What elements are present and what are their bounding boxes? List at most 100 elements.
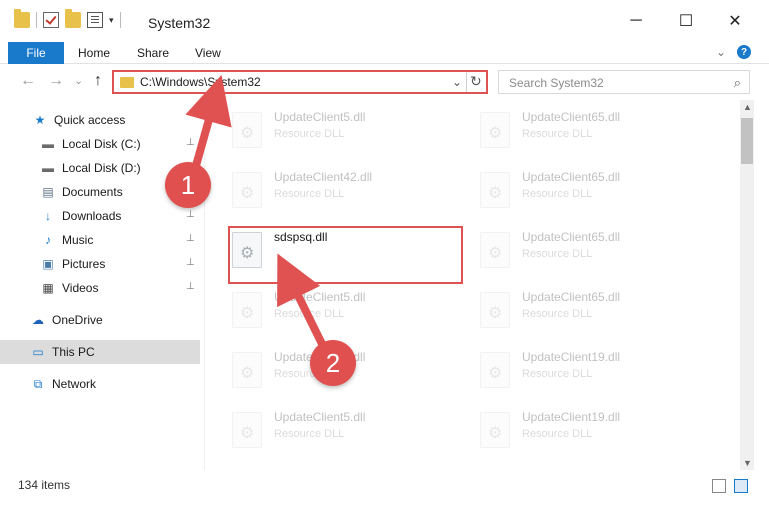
step-badge-1: 1	[165, 162, 211, 208]
download-icon: ↓	[45, 209, 51, 223]
details-view-icon[interactable]	[712, 479, 726, 493]
pin-icon[interactable]: ⊥	[186, 137, 195, 148]
tab-share[interactable]: Share	[137, 46, 169, 60]
dll-file-icon	[480, 172, 510, 208]
dll-file-icon	[232, 412, 262, 448]
address-path[interactable]: C:\Windows\System32	[140, 75, 261, 89]
file-item[interactable]: UpdateClient65.dll Resource DLL	[468, 220, 698, 274]
properties-check-icon[interactable]	[43, 12, 59, 28]
file-list: UpdateClient5.dllResource DLLUpdateClien…	[210, 100, 740, 470]
refresh-icon[interactable]: ↻	[470, 73, 482, 90]
music-icon: ♪	[45, 233, 51, 247]
vertical-scrollbar[interactable]: ▲ ▼	[740, 100, 754, 470]
file-item[interactable]: UpdateClient19.dll Resource DLL	[468, 340, 698, 394]
pin-icon[interactable]: ⊥	[186, 281, 195, 292]
file-type: Resource DLL	[522, 188, 593, 200]
pane-divider	[204, 100, 205, 470]
close-button[interactable]: ✕	[712, 0, 758, 42]
sidebar-item[interactable]: ▬ Local Disk (C:) ⊥	[0, 132, 200, 156]
expand-ribbon-chevron-icon[interactable]: ⌄	[716, 45, 726, 59]
sidebar-item[interactable]: ★ Quick access	[0, 108, 200, 132]
new-folder-icon[interactable]	[65, 9, 81, 28]
folder-icon	[14, 9, 30, 28]
file-item[interactable]: UpdateClient19.dll Resource DLL	[468, 400, 698, 454]
file-name: UpdateClient5.dll	[274, 110, 366, 124]
toolbar-divider	[36, 12, 37, 28]
dll-file-icon	[232, 352, 262, 388]
ribbon-tabs: File Home Share View ⌄ ?	[0, 42, 769, 64]
search-icon[interactable]: ⌕	[734, 75, 741, 91]
sidebar-item-label: Quick access	[54, 113, 126, 127]
sidebar-item[interactable]: ▭ This PC	[0, 340, 200, 364]
customize-toolbar-caret-icon[interactable]: ▾	[109, 15, 114, 26]
address-dropdown-chevron-icon[interactable]: ⌄	[452, 75, 462, 89]
folder-icon	[120, 77, 134, 88]
dll-file-icon	[480, 232, 510, 268]
file-item[interactable]: UpdateClient42.dll Resource DLL	[220, 160, 450, 214]
sidebar-item[interactable]: ⧉ Network	[0, 372, 200, 396]
file-item[interactable]: UpdateClient5.dll Resource DLL	[220, 280, 450, 334]
file-item[interactable]: UpdateClient5.dll Resource DLL	[220, 100, 450, 154]
file-type: Resource DLL	[522, 308, 593, 320]
sidebar-item[interactable]: ♪ Music ⊥	[0, 228, 200, 252]
window-title: System32	[148, 15, 211, 31]
dll-file-icon	[480, 292, 510, 328]
scroll-down-arrow-icon[interactable]: ▼	[743, 458, 752, 468]
address-divider	[466, 72, 467, 92]
sidebar-item-label: Network	[52, 377, 97, 391]
recent-locations-chevron-icon[interactable]: ⌄	[74, 74, 83, 87]
sidebar-item-label: OneDrive	[52, 313, 103, 327]
dll-file-icon	[232, 112, 262, 148]
sidebar-item[interactable]: ☁ OneDrive	[0, 308, 200, 332]
up-button[interactable]: ↑	[94, 72, 102, 90]
sidebar-item[interactable]: ▦ Videos ⊥	[0, 276, 200, 300]
tab-view[interactable]: View	[195, 46, 221, 60]
sidebar-item[interactable]: ↓ Downloads ⊥	[0, 204, 200, 228]
file-name: UpdateClient19.dll	[522, 410, 621, 424]
status-bar: 134 items	[0, 470, 769, 509]
sidebar-item[interactable]: ▣ Pictures ⊥	[0, 252, 200, 276]
file-type: Resource DLL	[522, 128, 593, 140]
file-name: UpdateClient65.dll	[522, 170, 621, 184]
file-item[interactable]: UpdateClient5.dll Resource DLL	[220, 400, 450, 454]
item-count: 134 items	[18, 478, 71, 492]
sidebar-item-label: This PC	[52, 345, 95, 359]
network-icon: ⧉	[33, 376, 43, 391]
drive-icon: ▬	[42, 161, 54, 175]
large-icons-view-icon[interactable]	[734, 479, 748, 493]
dll-file-icon	[480, 352, 510, 388]
dll-file-icon	[480, 412, 510, 448]
dll-file-icon	[232, 292, 262, 328]
file-item-highlighted[interactable]: sdspsq.dll	[220, 220, 450, 274]
search-input[interactable]: Search System32 ⌕	[498, 70, 750, 94]
file-name: UpdateClient19.dll	[522, 350, 621, 364]
file-name: UpdateClient65.dll	[522, 230, 621, 244]
pin-icon[interactable]: ⊥	[186, 233, 195, 244]
file-name: UpdateClient65.dll	[522, 290, 621, 304]
address-bar[interactable]: C:\Windows\System32 ⌄ ↻	[112, 70, 488, 94]
scroll-up-arrow-icon[interactable]: ▲	[743, 102, 752, 112]
forward-button[interactable]: →	[48, 72, 64, 90]
tab-home[interactable]: Home	[78, 46, 110, 60]
file-type: Resource DLL	[274, 308, 345, 320]
file-item[interactable]: UpdateClient65.dll Resource DLL	[468, 160, 698, 214]
minimize-button[interactable]: ─	[613, 0, 659, 42]
maximize-button[interactable]: ☐	[663, 0, 709, 42]
toolbar-divider	[119, 12, 121, 28]
pin-icon[interactable]: ⊥	[186, 257, 195, 268]
file-item[interactable]: UpdateClient65.dll Resource DLL	[468, 100, 698, 154]
help-icon[interactable]: ?	[737, 45, 751, 59]
sidebar-item-label: Downloads	[62, 209, 122, 223]
search-placeholder: Search System32	[509, 76, 604, 90]
file-name: UpdateClient5.dll	[274, 410, 366, 424]
scrollbar-thumb[interactable]	[741, 118, 753, 164]
pin-icon[interactable]: ⊥	[186, 209, 195, 220]
sidebar-item-label: Documents	[62, 185, 123, 199]
tab-file[interactable]: File	[8, 42, 64, 64]
file-item[interactable]: UpdateClient65.dll Resource DLL	[468, 280, 698, 334]
dll-file-icon	[232, 232, 262, 268]
back-button[interactable]: ←	[20, 72, 36, 90]
properties-icon[interactable]	[87, 12, 103, 28]
document-icon: ▤	[42, 185, 54, 199]
monitor-icon: ▭	[32, 345, 44, 359]
